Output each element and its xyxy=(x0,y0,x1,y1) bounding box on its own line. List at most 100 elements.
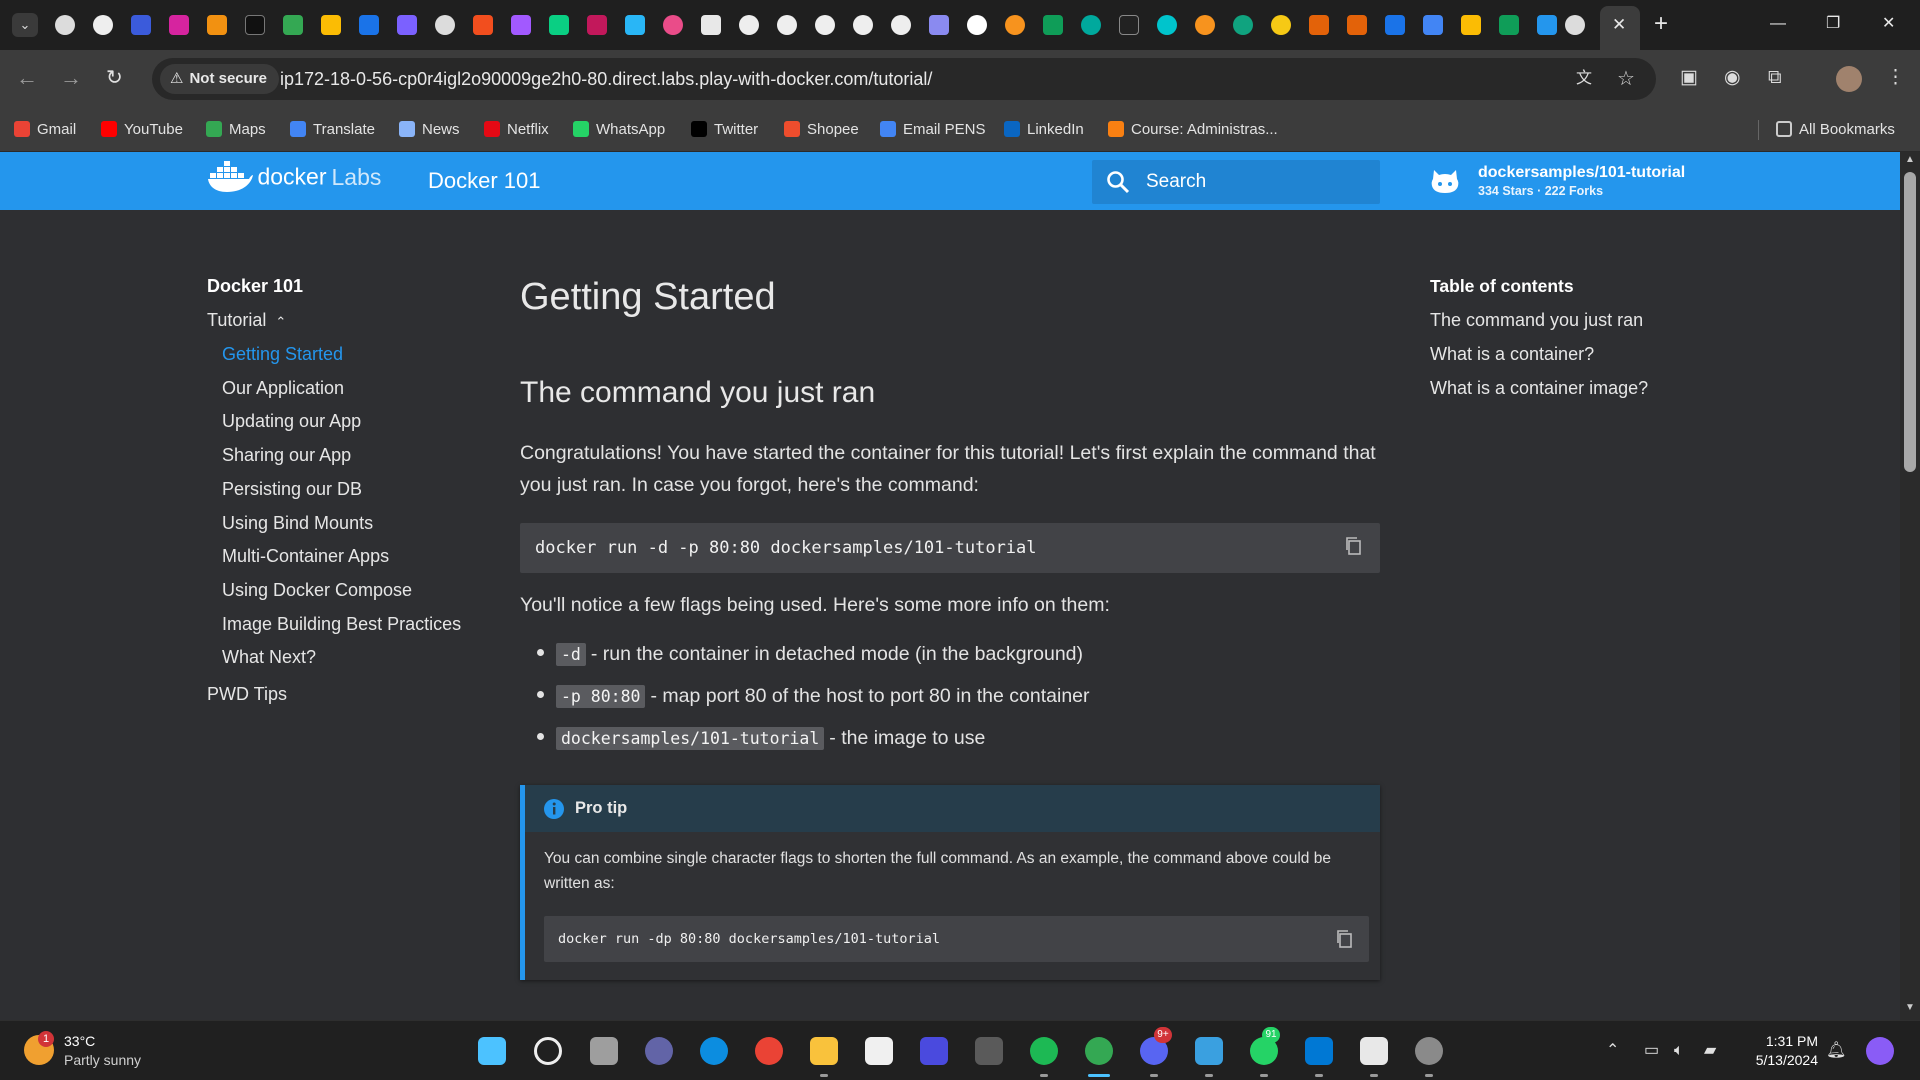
store-icon[interactable] xyxy=(865,1037,893,1065)
scroll-down-icon[interactable]: ▼ xyxy=(1905,1002,1915,1013)
spotify-icon[interactable] xyxy=(1030,1037,1058,1065)
tab-favicon-drive-3[interactable] xyxy=(359,15,379,35)
tab-favicon-figma-2[interactable] xyxy=(511,15,531,35)
all-bookmarks-button[interactable]: All Bookmarks xyxy=(1776,108,1895,152)
tab-favicon-dribbble[interactable] xyxy=(663,15,683,35)
url-text[interactable]: ip172-18-0-56-cp0r4igl2o90009ge2h0-80.di… xyxy=(280,58,932,100)
tab-favicon-canva[interactable] xyxy=(1157,15,1177,35)
site-title[interactable]: Docker 101 xyxy=(428,152,541,210)
tab-favicon-orange-2[interactable] xyxy=(1195,15,1215,35)
sidebar-item-sharing-our-app[interactable]: Sharing our App xyxy=(222,445,351,466)
security-chip[interactable]: ⚠ Not secure xyxy=(160,64,279,94)
tab-favicon-instagram[interactable] xyxy=(169,15,189,35)
translate-icon[interactable]: 文 xyxy=(1576,67,1592,91)
bookmark-linkedin[interactable]: LinkedIn xyxy=(1004,108,1084,152)
close-window-icon[interactable]: ✕ xyxy=(1882,12,1895,36)
tab-favicon-figma[interactable] xyxy=(473,15,493,35)
tab-favicon-sheets-2[interactable] xyxy=(1499,15,1519,35)
tab-close-icon[interactable]: ✕ xyxy=(1612,15,1626,35)
task-view-icon[interactable] xyxy=(590,1037,618,1065)
sidebar-item-persisting-our-db[interactable]: Persisting our DB xyxy=(222,479,362,500)
chrome-active-icon[interactable] xyxy=(1085,1037,1113,1065)
meet-icon[interactable] xyxy=(645,1037,673,1065)
bookmark-youtube[interactable]: YouTube xyxy=(101,108,183,152)
copy-icon[interactable] xyxy=(1343,535,1365,557)
scroll-up-icon[interactable]: ▲ xyxy=(1905,154,1915,165)
restore-icon[interactable]: ❐ xyxy=(1826,12,1840,36)
bookmark-star-icon[interactable]: ☆ xyxy=(1617,67,1635,91)
tab-favicon-app[interactable] xyxy=(587,15,607,35)
back-icon[interactable]: ← xyxy=(16,66,38,90)
notification-bell-icon[interactable]: 🔔︎ xyxy=(1826,1039,1846,1063)
file-explorer-icon[interactable] xyxy=(810,1037,838,1065)
address-bar[interactable]: ⚠ Not secure ip172-18-0-56-cp0r4igl2o9000… xyxy=(152,58,1656,100)
copy-icon[interactable] xyxy=(1334,928,1356,950)
start-icon[interactable] xyxy=(478,1037,506,1065)
tab-favicon-teal[interactable] xyxy=(1081,15,1101,35)
tab-favicon-gmail[interactable] xyxy=(701,15,721,35)
sidebar-item-getting-started[interactable]: Getting Started xyxy=(222,344,343,365)
sidebar-item-using-docker-compose[interactable]: Using Docker Compose xyxy=(222,580,412,601)
tab-favicon-triangle[interactable] xyxy=(1385,15,1405,35)
tab-favicon-a[interactable] xyxy=(131,15,151,35)
notes-icon[interactable] xyxy=(1360,1037,1388,1065)
tab-favicon-9[interactable] xyxy=(1119,15,1139,35)
display-icon[interactable]: ▭ xyxy=(1644,1039,1659,1063)
toc-item[interactable]: What is a container? xyxy=(1430,344,1594,365)
pen-app-icon[interactable] xyxy=(920,1037,948,1065)
tab-favicon-github-4[interactable] xyxy=(815,15,835,35)
battery-icon[interactable]: ▰ xyxy=(1704,1039,1716,1063)
tab-favicon-globe-2[interactable] xyxy=(435,15,455,35)
taskbar-search-icon[interactable] xyxy=(534,1037,562,1065)
docker-labs-logo[interactable]: docker Labs xyxy=(207,161,381,201)
browser-menu-icon[interactable]: ⋮ xyxy=(1886,66,1905,90)
tab-favicon-docker[interactable] xyxy=(1537,15,1557,35)
extension-camera-icon[interactable]: ◉ xyxy=(1724,66,1741,90)
tab-favicon-drive-2[interactable] xyxy=(321,15,341,35)
tray-chevron-icon[interactable]: ⌃ xyxy=(1606,1039,1619,1063)
bookmark-shopee[interactable]: Shopee xyxy=(784,108,859,152)
sidebar-item-multi-container-apps[interactable]: Multi-Container Apps xyxy=(222,546,389,567)
sidebar-section-tutorial[interactable]: Tutorial ⌃ xyxy=(207,310,286,331)
tab-favicon-drive[interactable] xyxy=(283,15,303,35)
sidebar-item-our-application[interactable]: Our Application xyxy=(222,378,344,399)
tab-favicon-globe[interactable] xyxy=(55,15,75,35)
forward-icon[interactable]: → xyxy=(60,66,82,90)
tab-favicon-figma-3[interactable] xyxy=(549,15,569,35)
bookmark-moodle[interactable]: Course: Administras... xyxy=(1108,108,1278,152)
bookmark-netflix[interactable]: Netflix xyxy=(484,108,549,152)
copilot-icon[interactable] xyxy=(1866,1037,1894,1065)
github-repo-link[interactable]: dockersamples/101-tutorial 334 Stars · 2… xyxy=(1430,162,1730,202)
bookmark-whatsapp[interactable]: WhatsApp xyxy=(573,108,665,152)
tab-favicon-sheets[interactable] xyxy=(1043,15,1063,35)
edge-icon[interactable] xyxy=(700,1037,728,1065)
unity-icon[interactable] xyxy=(975,1037,1003,1065)
bookmark-x[interactable]: Twitter xyxy=(691,108,758,152)
tab-favicon-globe-3[interactable] xyxy=(1565,15,1585,35)
tab-favicon-docs[interactable] xyxy=(1423,15,1443,35)
toc-item[interactable]: The command you just ran xyxy=(1430,310,1643,331)
tab-favicon-flutter[interactable] xyxy=(625,15,645,35)
search-input[interactable]: Search xyxy=(1092,160,1380,204)
sidebar-item-updating-our-app[interactable]: Updating our App xyxy=(222,411,361,432)
chrome-icon[interactable] xyxy=(755,1037,783,1065)
sidebar-item-image-building-best-practices[interactable]: Image Building Best Practices xyxy=(222,614,461,635)
tab-favicon-cube[interactable] xyxy=(929,15,949,35)
volume-icon[interactable]: 🔈︎ xyxy=(1674,1039,1684,1063)
toc-item[interactable]: What is a container image? xyxy=(1430,378,1648,399)
tab-favicon-x[interactable] xyxy=(245,15,265,35)
tab-favicon-yellow[interactable] xyxy=(1271,15,1291,35)
tab-favicon-github-5[interactable] xyxy=(853,15,873,35)
sidebar-item-pwd-tips[interactable]: PWD Tips xyxy=(207,684,287,705)
settings-icon[interactable] xyxy=(1415,1037,1443,1065)
scrollbar-thumb[interactable] xyxy=(1904,172,1916,472)
tab-favicon-github-3[interactable] xyxy=(777,15,797,35)
bookmark-news[interactable]: News xyxy=(399,108,460,152)
tab-favicon-forms[interactable] xyxy=(397,15,417,35)
tab-favicon-e[interactable] xyxy=(207,15,227,35)
sidebar-item-using-bind-mounts[interactable]: Using Bind Mounts xyxy=(222,513,373,534)
vscode-icon[interactable] xyxy=(1305,1037,1333,1065)
tab-favicon-github-2[interactable] xyxy=(739,15,759,35)
clock-time[interactable]: 1:31 PM xyxy=(1758,1033,1818,1049)
profile-avatar[interactable] xyxy=(1836,66,1862,92)
